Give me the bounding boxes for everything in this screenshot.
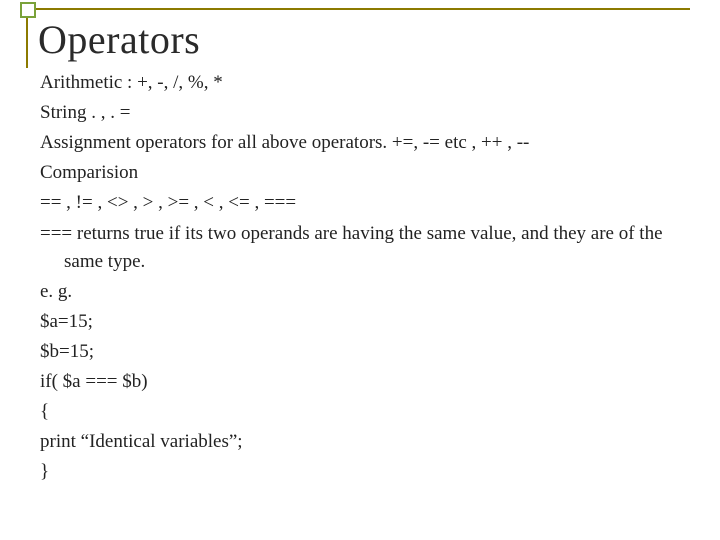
line-code-close: }	[40, 458, 692, 486]
line-identical-desc: === returns true if its two operands are…	[40, 220, 692, 276]
top-rule	[26, 8, 690, 10]
body-text: Arithmetic : +, -, /, %, * String . , . …	[40, 69, 692, 487]
line-code-print: print “Identical variables”;	[40, 428, 692, 456]
accent-square	[20, 2, 36, 18]
line-eg: e. g.	[40, 278, 692, 306]
line-code-open: {	[40, 398, 692, 426]
page-title: Operators	[38, 16, 692, 63]
line-string: String . , . =	[40, 99, 692, 127]
line-code-a: $a=15;	[40, 308, 692, 336]
line-arithmetic: Arithmetic : +, -, /, %, *	[40, 69, 692, 97]
line-comparison-ops: == , != , <> , > , >= , < , <= , ===	[40, 189, 692, 217]
slide: Operators Arithmetic : +, -, /, %, * Str…	[0, 0, 720, 540]
line-assignment: Assignment operators for all above opera…	[40, 129, 692, 157]
line-code-if: if( $a === $b)	[40, 368, 692, 396]
line-comparison-heading: Comparision	[40, 159, 692, 187]
line-code-b: $b=15;	[40, 338, 692, 366]
